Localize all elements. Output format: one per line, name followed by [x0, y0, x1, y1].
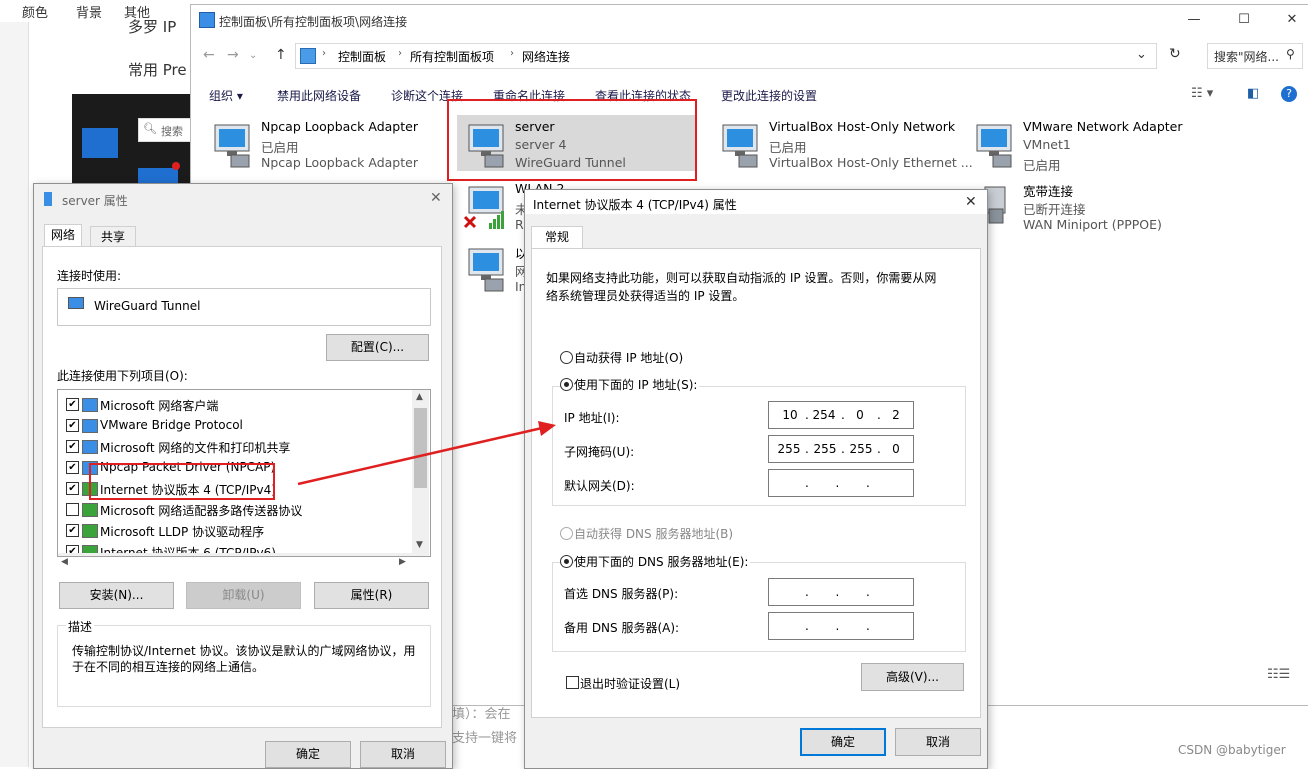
annotation-arrow	[297, 421, 556, 486]
